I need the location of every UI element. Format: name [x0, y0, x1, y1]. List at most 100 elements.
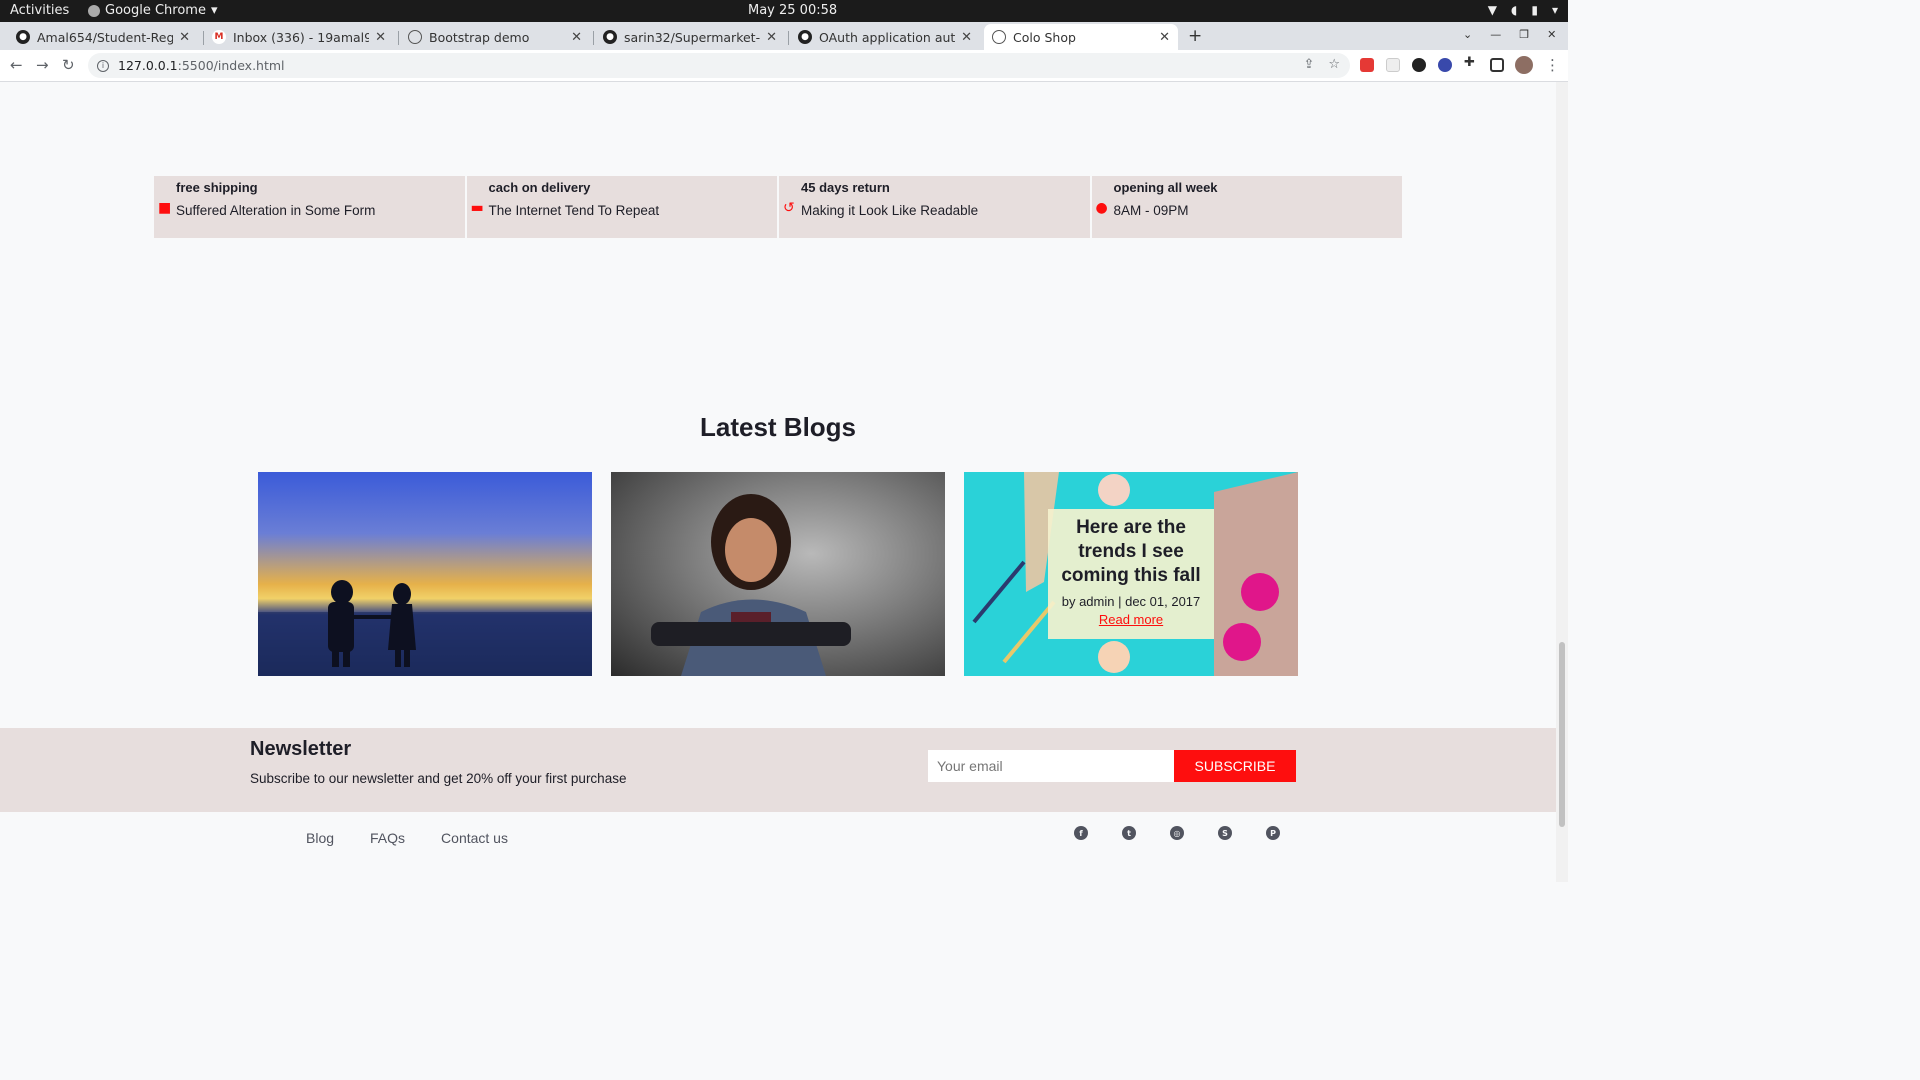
browser-toolbar: ← → ↻ i 127.0.0.1:5500/index.html ⇪ ☆ ✚ …	[0, 50, 1568, 82]
pinterest-icon[interactable]: P	[1266, 826, 1280, 840]
close-icon[interactable]: ✕	[766, 30, 777, 45]
clock-icon: ●	[1095, 200, 1108, 216]
newsletter-section: Newsletter Subscribe to our newsletter a…	[0, 728, 1556, 812]
tab-title: Bootstrap demo	[429, 29, 530, 45]
volume-icon: ◖	[1511, 3, 1518, 17]
extension-icon[interactable]	[1438, 58, 1452, 72]
benefit-text: The Internet Tend To Repeat	[488, 203, 660, 218]
tab-oauth[interactable]: ● OAuth application author ✕	[790, 24, 980, 50]
globe-icon	[408, 30, 422, 44]
footer-link-blog[interactable]: Blog	[306, 830, 334, 846]
activities-button[interactable]: Activities	[10, 3, 69, 18]
benefit-title: opening all week	[1113, 180, 1218, 195]
battery-icon: ▮	[1531, 3, 1538, 17]
os-top-bar: Activities Google Chrome ▾ May 25 00:58 …	[0, 0, 1568, 22]
twitter-icon[interactable]: t	[1122, 826, 1136, 840]
new-tab-icon[interactable]: +	[1188, 26, 1202, 46]
kebab-menu-icon[interactable]: ⋮	[1545, 56, 1560, 74]
close-window-icon[interactable]: ✕	[1547, 28, 1556, 41]
github-icon: ●	[16, 30, 30, 44]
tab-separator	[398, 31, 399, 45]
beach-couple-image	[258, 580, 592, 676]
blog-card[interactable]	[611, 472, 945, 676]
blog-meta: by admin | dec 01, 2017	[1061, 594, 1201, 609]
tab-title: sarin32/Supermarket-Inve	[624, 29, 761, 45]
benefit-free-shipping: ■ free shipping Suffered Alteration in S…	[154, 176, 467, 238]
tab-bootstrap-demo[interactable]: Bootstrap demo ✕	[400, 24, 590, 50]
wifi-icon: ▼	[1487, 3, 1498, 17]
blog-card-featured[interactable]: Here are the trends I see coming this fa…	[964, 472, 1298, 676]
tab-separator	[788, 31, 789, 45]
forward-icon[interactable]: →	[36, 56, 49, 74]
blog-card[interactable]	[258, 472, 592, 676]
facebook-icon[interactable]: f	[1074, 826, 1088, 840]
tab-student-registration[interactable]: ● Amal654/Student-Registr ✕	[8, 24, 198, 50]
close-icon[interactable]: ✕	[571, 30, 582, 45]
clock[interactable]: May 25 00:58	[748, 3, 837, 18]
gmail-icon: M	[212, 30, 226, 44]
url-text: 127.0.0.1:5500/index.html	[118, 58, 285, 73]
benefit-title: free shipping	[176, 180, 258, 195]
blog-overlay: Here are the trends I see coming this fa…	[1048, 509, 1214, 639]
app-menu[interactable]: Google Chrome ▾	[88, 3, 218, 18]
minimize-icon[interactable]: —	[1490, 28, 1501, 41]
github-icon: ●	[798, 30, 812, 44]
benefit-text: Making it Look Like Readable	[801, 203, 979, 218]
reload-icon[interactable]: ↻	[62, 56, 75, 74]
tab-strip: ● Amal654/Student-Registr ✕ M Inbox (336…	[0, 22, 1568, 50]
benefit-opening-hours: ● opening all week 8AM - 09PM	[1091, 176, 1402, 238]
bookmark-star-icon[interactable]: ☆	[1328, 57, 1340, 72]
puzzle-icon[interactable]: ✚	[1464, 55, 1478, 70]
benefit-cash-on-delivery: ▬ cach on delivery The Internet Tend To …	[466, 176, 779, 238]
extension-icon[interactable]	[1386, 58, 1400, 72]
page-scrollbar[interactable]	[1556, 82, 1568, 882]
newsletter-text: Subscribe to our newsletter and get 20% …	[250, 771, 627, 786]
tab-separator	[593, 31, 594, 45]
close-icon[interactable]: ✕	[375, 30, 386, 45]
chevron-down-icon: ▾	[1551, 3, 1558, 17]
money-icon: ▬	[470, 200, 484, 216]
address-bar[interactable]: i 127.0.0.1:5500/index.html ⇪ ☆	[88, 53, 1350, 78]
url-host: 127.0.0.1	[118, 58, 178, 73]
benefit-return: ↺ 45 days return Making it Look Like Rea…	[779, 176, 1092, 238]
subscribe-button[interactable]: SUBSCRIBE	[1174, 750, 1296, 782]
tab-search-icon[interactable]: ⌄	[1463, 28, 1472, 41]
skype-icon[interactable]: S	[1218, 826, 1232, 840]
undo-icon: ↺	[783, 200, 795, 216]
instagram-icon[interactable]: ◎	[1170, 826, 1184, 840]
restore-icon[interactable]: ❐	[1519, 28, 1529, 41]
side-panel-icon[interactable]	[1490, 58, 1504, 72]
email-field[interactable]	[928, 750, 1174, 782]
share-icon[interactable]: ⇪	[1303, 57, 1314, 72]
close-icon[interactable]: ✕	[179, 30, 190, 45]
avatar[interactable]	[1515, 56, 1533, 74]
social-links: f t ◎ S P	[1074, 826, 1280, 840]
system-tray[interactable]: ▼ ◖ ▮ ▾	[1488, 3, 1558, 17]
back-icon[interactable]: ←	[10, 56, 23, 74]
close-icon[interactable]: ✕	[1159, 30, 1170, 45]
github-icon: ●	[603, 30, 617, 44]
tab-title: OAuth application author	[819, 29, 956, 45]
truck-icon: ■	[158, 200, 172, 216]
tab-supermarket[interactable]: ● sarin32/Supermarket-Inve ✕	[595, 24, 785, 50]
url-path: :5500/index.html	[177, 58, 285, 73]
chrome-icon	[88, 4, 100, 17]
read-more-link[interactable]: Read more	[1048, 612, 1214, 627]
portrait-image	[651, 494, 851, 676]
scrollbar-thumb[interactable]	[1559, 642, 1565, 827]
tab-gmail-inbox[interactable]: M Inbox (336) - 19amal99@g ✕	[204, 24, 394, 50]
footer-link-faqs[interactable]: FAQs	[370, 830, 405, 846]
tab-colo-shop[interactable]: Colo Shop ✕	[984, 24, 1178, 50]
app-name: Google Chrome	[105, 3, 206, 18]
footer: Blog FAQs Contact us f t ◎ S P	[0, 812, 1556, 882]
section-title: Latest Blogs	[699, 412, 857, 442]
close-icon[interactable]: ✕	[961, 30, 972, 45]
extension-icon[interactable]	[1360, 58, 1374, 72]
tab-title: Amal654/Student-Registr	[37, 29, 174, 45]
benefit-text: Suffered Alteration in Some Form	[176, 203, 376, 218]
omnibox-actions: ⇪ ☆	[1303, 57, 1340, 72]
site-info-icon[interactable]: i	[97, 59, 109, 72]
globe-icon	[992, 30, 1006, 44]
extension-icon[interactable]	[1412, 58, 1426, 72]
footer-link-contact[interactable]: Contact us	[441, 830, 508, 846]
